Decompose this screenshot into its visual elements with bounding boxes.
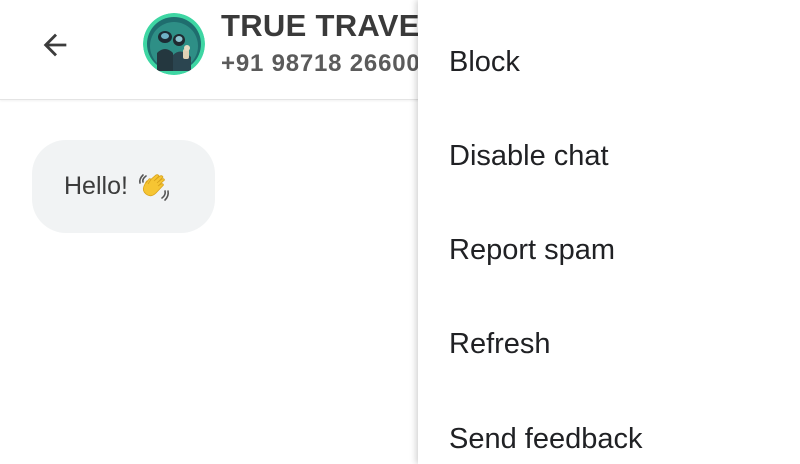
arrow-left-icon <box>43 33 67 57</box>
menu-item-block[interactable]: Block <box>418 15 800 109</box>
menu-item-report-spam[interactable]: Report spam <box>418 203 800 297</box>
waving-hand-icon <box>137 170 171 204</box>
message-text: Hello! <box>64 172 128 200</box>
message-bubble[interactable]: Hello! <box>32 140 215 233</box>
conversation-screen: TRUE TRAVELS +91 98718 26600 Hello! Bloc… <box>0 0 800 464</box>
contact-avatar[interactable] <box>143 13 205 75</box>
menu-item-send-feedback[interactable]: Send feedback <box>418 392 800 464</box>
menu-item-refresh[interactable]: Refresh <box>418 297 800 391</box>
overflow-menu: Block Disable chat Report spam Refresh S… <box>418 0 800 464</box>
back-button[interactable] <box>30 22 80 68</box>
diver-photo-icon <box>143 13 205 75</box>
contact-phone[interactable]: +91 98718 26600 <box>221 50 421 78</box>
menu-item-disable-chat[interactable]: Disable chat <box>418 109 800 203</box>
